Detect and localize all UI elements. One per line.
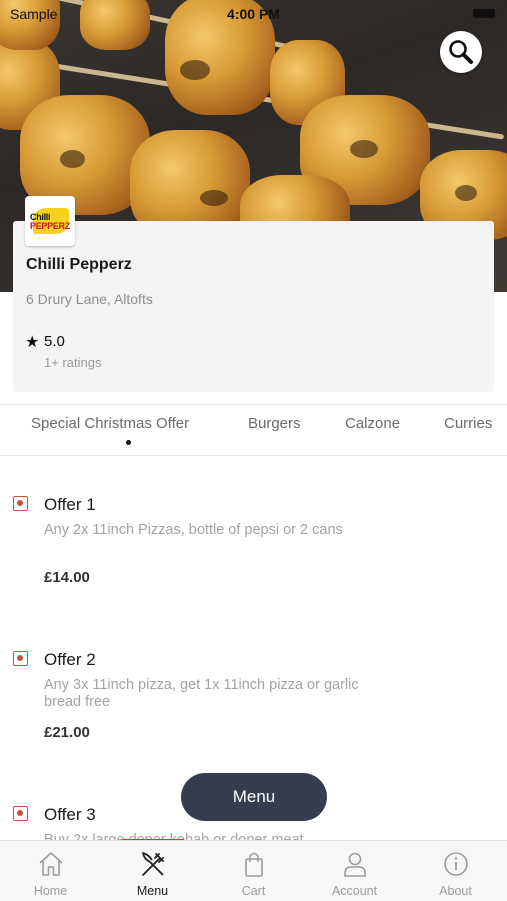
nav-label-home: Home: [33, 884, 68, 898]
offer-title: Offer 1: [44, 495, 96, 514]
offer-description: Buy 2x large doner kebab or doner meat: [44, 832, 304, 840]
star-icon: ★: [25, 334, 40, 351]
offer-checkbox-icon: [13, 496, 28, 511]
clock: 4:00 PM: [227, 6, 280, 22]
fork-knife-icon: [142, 852, 164, 876]
offer-checkbox-icon: [13, 651, 28, 666]
offer-price: £14.00: [44, 569, 90, 586]
offer-title: Offer 2: [44, 650, 96, 669]
offer-checkbox-icon: [13, 806, 28, 821]
nav-cart[interactable]: Cart: [203, 841, 304, 901]
info-icon: [444, 852, 468, 876]
offer-description: Any 3x 11inch pizza, get 1x 11inch pizza…: [44, 677, 359, 710]
status-bar: Sample 4:00 PM: [0, 0, 507, 28]
nav-label-about: About: [439, 884, 472, 898]
category-tabs: Special Christmas Offer Burgers Calzone …: [0, 404, 507, 456]
offer-description: Any 2x 11inch Pizzas, bottle of pepsi or…: [44, 522, 343, 538]
nav-label-cart: Cart: [241, 884, 266, 898]
rating-value: 5.0: [44, 333, 65, 350]
restaurant-logo: Chilli PEPPERZ: [25, 196, 75, 246]
search-button[interactable]: [440, 31, 482, 73]
nav-menu[interactable]: Menu: [102, 841, 203, 901]
home-icon: [39, 852, 63, 876]
search-icon: [449, 40, 473, 64]
tab-special-christmas-offer[interactable]: Special Christmas Offer: [31, 415, 189, 432]
offer-price: £21.00: [44, 724, 90, 741]
tab-calzone[interactable]: Calzone: [345, 415, 400, 432]
menu-button[interactable]: Menu: [181, 773, 327, 821]
bottom-navigation: Home Menu Cart Account About: [0, 840, 507, 901]
shopping-bag-icon: [245, 852, 263, 877]
active-tab-indicator: [126, 440, 131, 445]
nav-about[interactable]: About: [405, 841, 506, 901]
nav-home[interactable]: Home: [0, 841, 101, 901]
restaurant-address: 6 Drury Lane, Altofts: [26, 291, 153, 307]
restaurant-name: Chilli Pepperz: [26, 256, 132, 273]
rating-count: 1+ ratings: [44, 355, 102, 370]
tab-curries[interactable]: Curries: [444, 415, 492, 432]
tab-burgers[interactable]: Burgers: [248, 415, 301, 432]
logo-text-line2: PEPPERZ: [30, 221, 70, 231]
nav-label-account: Account: [331, 884, 378, 898]
nav-account[interactable]: Account: [304, 841, 405, 901]
user-icon: [344, 852, 366, 877]
offer-title: Offer 3: [44, 805, 96, 824]
nav-label-menu: Menu: [136, 884, 169, 898]
battery-icon: [473, 9, 495, 18]
